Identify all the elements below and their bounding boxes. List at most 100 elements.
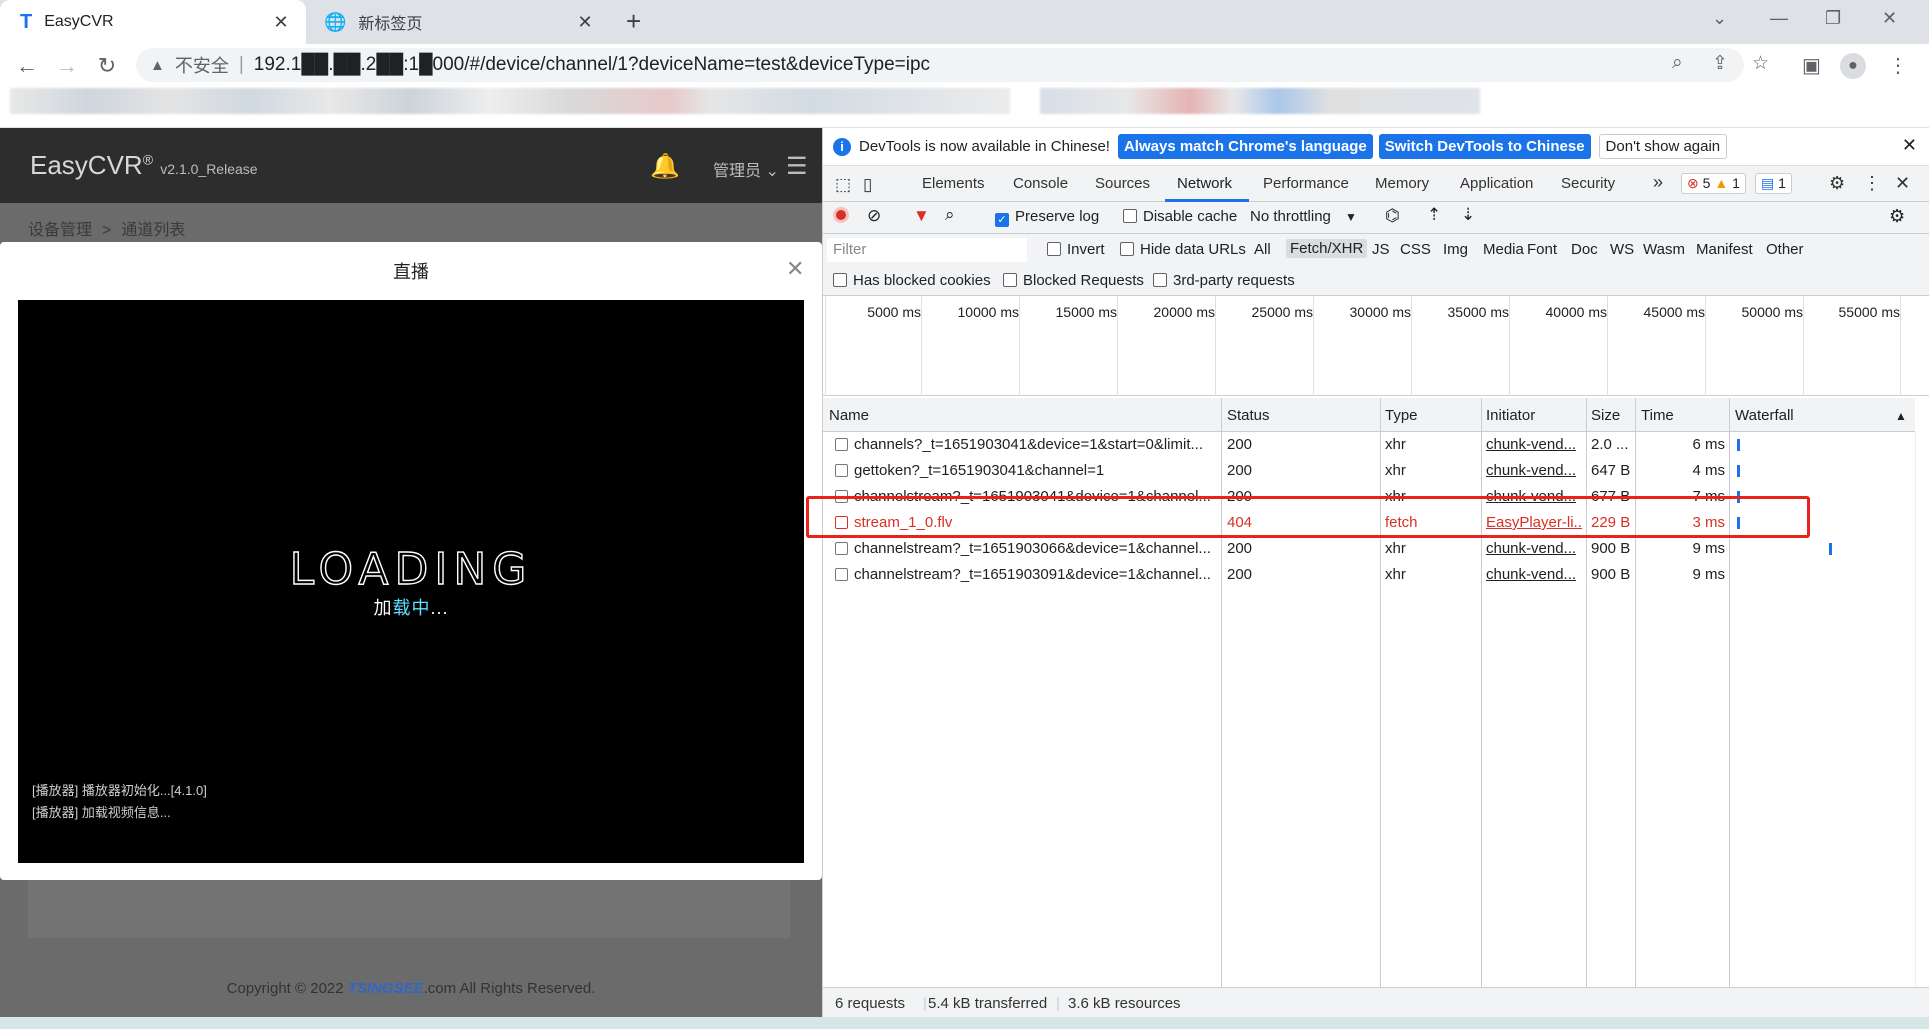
clear-icon[interactable]: ⊘ xyxy=(867,206,881,226)
inspect-element-icon[interactable]: ⬚ xyxy=(835,175,851,195)
error-icon: ⊗ xyxy=(1687,175,1699,191)
filter-type-js[interactable]: JS xyxy=(1372,241,1390,258)
timeline-tick: 20000 ms xyxy=(1117,296,1215,396)
filter-type-media[interactable]: Media xyxy=(1483,241,1524,258)
issues-badge[interactable]: ⊗ 5 ▲ 1 xyxy=(1681,173,1746,194)
user-menu[interactable]: 管理员 ⌄ xyxy=(713,157,779,181)
dont-show-again-button[interactable]: Don't show again xyxy=(1598,134,1728,159)
menu-dots-icon[interactable]: ⋮ xyxy=(1888,53,1908,78)
column-time[interactable]: Time xyxy=(1641,407,1674,424)
device-toolbar-icon[interactable]: ▯ xyxy=(863,175,872,195)
restore-icon[interactable]: ❐ xyxy=(1825,8,1841,29)
browser-toolbar: ← → ↻ ▲ 不安全 | 192.1██.██.2██:1█000/#/dev… xyxy=(0,44,1929,86)
more-tabs-icon[interactable]: » xyxy=(1653,172,1663,193)
export-har-icon[interactable]: ⇣ xyxy=(1461,205,1475,225)
back-icon[interactable]: ← xyxy=(12,53,42,79)
sort-ascending-icon[interactable]: ▲ xyxy=(1895,409,1907,423)
tab-security[interactable]: Security xyxy=(1561,175,1615,192)
always-match-language-button[interactable]: Always match Chrome's language xyxy=(1117,134,1373,159)
blocked-requests-checkbox[interactable]: Blocked Requests xyxy=(1003,272,1144,289)
hide-data-urls-checkbox[interactable]: Hide data URLs xyxy=(1120,241,1246,258)
warning-icon: ▲ xyxy=(1714,175,1729,191)
table-row[interactable]: channelstream?_t=1651903066&device=1&cha… xyxy=(823,536,1915,562)
minimize-icon[interactable]: — xyxy=(1770,8,1788,29)
tab-search-icon[interactable]: ⌄ xyxy=(1712,8,1727,29)
column-name[interactable]: Name xyxy=(829,407,869,424)
table-row[interactable]: channelstream?_t=1651903091&device=1&cha… xyxy=(823,562,1919,588)
filter-type-font[interactable]: Font xyxy=(1527,241,1557,258)
column-size[interactable]: Size xyxy=(1591,407,1620,424)
forward-icon[interactable]: → xyxy=(52,53,82,79)
request-initiator[interactable]: chunk-vend... xyxy=(1486,436,1582,453)
close-icon[interactable]: ✕ xyxy=(786,256,804,282)
waterfall-scrollbar[interactable] xyxy=(1915,432,1929,987)
close-tab-icon[interactable]: ✕ xyxy=(574,12,596,33)
tab-application[interactable]: Application xyxy=(1460,175,1533,192)
bell-icon[interactable]: 🔔 xyxy=(650,152,680,181)
tab-elements[interactable]: Elements xyxy=(922,175,985,192)
filter-type-manifest[interactable]: Manifest xyxy=(1696,241,1753,258)
checkbox-unchecked xyxy=(1123,209,1137,223)
filter-input[interactable]: Filter xyxy=(827,238,1027,262)
record-icon[interactable] xyxy=(833,207,849,223)
column-type[interactable]: Type xyxy=(1385,407,1418,424)
breadcrumb-item[interactable]: 设备管理 xyxy=(28,222,92,239)
tab-memory[interactable]: Memory xyxy=(1375,175,1429,192)
disable-cache-checkbox[interactable]: Disable cache xyxy=(1123,208,1237,225)
filter-type-ws[interactable]: WS xyxy=(1610,241,1634,258)
filter-type-doc[interactable]: Doc xyxy=(1571,241,1598,258)
close-icon[interactable]: ✕ xyxy=(1902,135,1917,156)
column-waterfall[interactable]: Waterfall xyxy=(1735,407,1794,424)
tab-network[interactable]: Network xyxy=(1177,175,1232,192)
new-tab-button[interactable]: + xyxy=(626,6,641,37)
table-row[interactable]: gettoken?_t=1651903041&channel=1 200 xhr… xyxy=(823,458,1915,484)
filter-type-wasm[interactable]: Wasm xyxy=(1643,241,1685,258)
request-name: channelstream?_t=1651903091&device=1&cha… xyxy=(854,566,1211,583)
tab-console[interactable]: Console xyxy=(1013,175,1068,192)
table-row[interactable]: channels?_t=1651903041&device=1&start=0&… xyxy=(823,432,1915,458)
import-har-icon[interactable]: ⇡ xyxy=(1427,205,1441,225)
browser-tab-easycvr[interactable]: T EasyCVR ✕ xyxy=(0,0,306,44)
devtools-menu-icon[interactable]: ⋮ xyxy=(1863,173,1881,194)
has-blocked-cookies-checkbox[interactable]: Has blocked cookies xyxy=(833,272,991,289)
preserve-log-checkbox[interactable]: ✓ Preserve log xyxy=(995,208,1099,227)
filter-icon[interactable]: ▼ xyxy=(913,206,930,226)
switch-to-chinese-button[interactable]: Switch DevTools to Chinese xyxy=(1378,134,1591,159)
filter-type-css[interactable]: CSS xyxy=(1400,241,1431,258)
close-window-icon[interactable]: ✕ xyxy=(1882,8,1897,29)
network-conditions-icon[interactable]: ⌬ xyxy=(1385,206,1400,226)
search-icon[interactable]: ⌕ xyxy=(945,205,955,225)
blurred-bookmarks xyxy=(10,88,1010,114)
request-initiator[interactable]: chunk-vend... xyxy=(1486,540,1582,557)
bookmark-star-icon[interactable]: ☆ xyxy=(1752,52,1769,75)
checkbox-unchecked xyxy=(1047,242,1061,256)
column-initiator[interactable]: Initiator xyxy=(1486,407,1535,424)
column-status[interactable]: Status xyxy=(1227,407,1270,424)
third-party-requests-checkbox[interactable]: 3rd-party requests xyxy=(1153,272,1295,289)
side-panel-icon[interactable]: ▣ xyxy=(1802,53,1821,78)
request-initiator[interactable]: chunk-vend... xyxy=(1486,462,1582,479)
network-overview-timeline[interactable]: 5000 ms 10000 ms 15000 ms 20000 ms 25000… xyxy=(823,296,1929,396)
tab-sources[interactable]: Sources xyxy=(1095,175,1150,192)
filter-type-fetch-xhr[interactable]: Fetch/XHR xyxy=(1286,239,1368,258)
filter-type-img[interactable]: Img xyxy=(1443,241,1468,258)
messages-badge[interactable]: ▤ 1 xyxy=(1755,173,1792,194)
settings-gear-icon[interactable]: ⚙ xyxy=(1829,173,1845,194)
close-devtools-icon[interactable]: ✕ xyxy=(1895,173,1910,194)
hamburger-menu-icon[interactable]: ☰ xyxy=(786,152,808,181)
filter-type-all[interactable]: All xyxy=(1254,241,1271,258)
throttling-select[interactable]: No throttling ▼ xyxy=(1250,208,1357,225)
reload-icon[interactable]: ↻ xyxy=(92,53,122,79)
browser-tab-new[interactable]: 🌐 新标签页 ✕ xyxy=(320,0,610,44)
address-bar[interactable]: ▲ 不安全 | 192.1██.██.2██:1█000/#/device/ch… xyxy=(136,48,1744,82)
zoom-icon[interactable]: ⌕ xyxy=(1672,52,1683,74)
invert-checkbox[interactable]: Invert xyxy=(1047,241,1105,258)
request-initiator[interactable]: chunk-vend... xyxy=(1486,566,1582,583)
profile-avatar-icon[interactable]: ● xyxy=(1840,53,1866,79)
share-icon[interactable]: ⇪ xyxy=(1712,52,1728,75)
network-settings-icon[interactable]: ⚙ xyxy=(1889,206,1905,227)
tab-performance[interactable]: Performance xyxy=(1263,175,1349,192)
close-tab-icon[interactable]: ✕ xyxy=(270,12,292,33)
checkbox-unchecked xyxy=(833,273,847,287)
filter-type-other[interactable]: Other xyxy=(1766,241,1804,258)
